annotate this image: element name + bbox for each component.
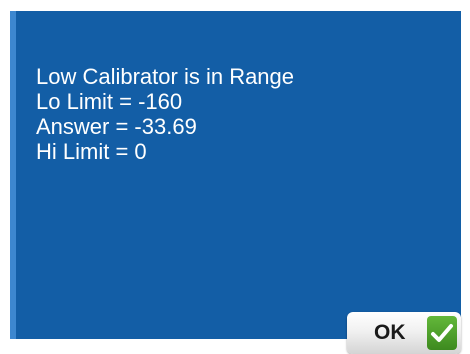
- checkmark-icon: [427, 316, 457, 350]
- status-line: Low Calibrator is in Range: [36, 64, 295, 89]
- lo-limit-line: Lo Limit = -160: [36, 89, 183, 114]
- ok-button-label: OK: [374, 321, 406, 344]
- hi-limit-line: Hi Limit = 0: [36, 139, 147, 164]
- answer-line: Answer = -33.69: [36, 114, 197, 139]
- calibration-message: Low Calibrator is in Range Lo Limit = -1…: [36, 64, 294, 164]
- screen: Low Calibrator is in Range Lo Limit = -1…: [0, 0, 470, 354]
- calibration-result-dialog: Low Calibrator is in Range Lo Limit = -1…: [10, 11, 461, 354]
- ok-button[interactable]: OK: [347, 312, 461, 354]
